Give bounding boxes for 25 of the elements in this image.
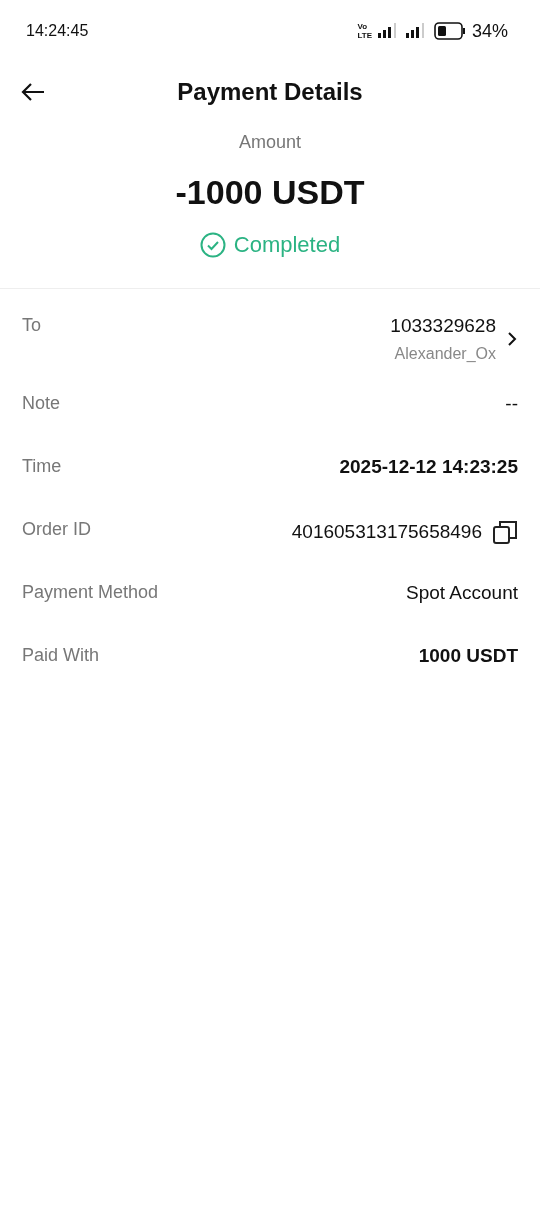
row-label: Payment Method — [22, 582, 159, 603]
status-time: 14:24:45 — [26, 22, 89, 40]
status-text: Completed — [233, 232, 341, 258]
row-value: 401605313175658496 — [291, 521, 482, 543]
row-value: -- — [505, 393, 518, 415]
amount-label: Amount — [238, 132, 301, 153]
page-title: Payment Details — [176, 78, 364, 106]
back-icon[interactable] — [20, 82, 46, 102]
row-label: To — [22, 315, 41, 336]
recipient-id: 1033329628 — [390, 315, 496, 337]
row-label: Order ID — [22, 519, 91, 540]
row-value: 2025-12-12 14:23:25 — [339, 456, 518, 478]
amount-value: -1000 USDT — [175, 173, 365, 212]
row-label: Time — [22, 456, 62, 477]
row-value: Spot Account — [406, 582, 518, 604]
check-circle-icon — [199, 232, 226, 258]
row-label: Paid With — [22, 645, 100, 666]
battery-percent: 34% — [471, 20, 508, 42]
chevron-right-icon[interactable] — [506, 331, 518, 347]
battery-icon — [433, 22, 466, 40]
row-label: Note — [22, 393, 61, 414]
recipient-name: Alexander_Ox — [394, 345, 496, 363]
network-label: Vo LTE — [357, 22, 372, 40]
copy-icon[interactable] — [492, 519, 518, 545]
row-value: 1000 USDT — [418, 645, 518, 667]
